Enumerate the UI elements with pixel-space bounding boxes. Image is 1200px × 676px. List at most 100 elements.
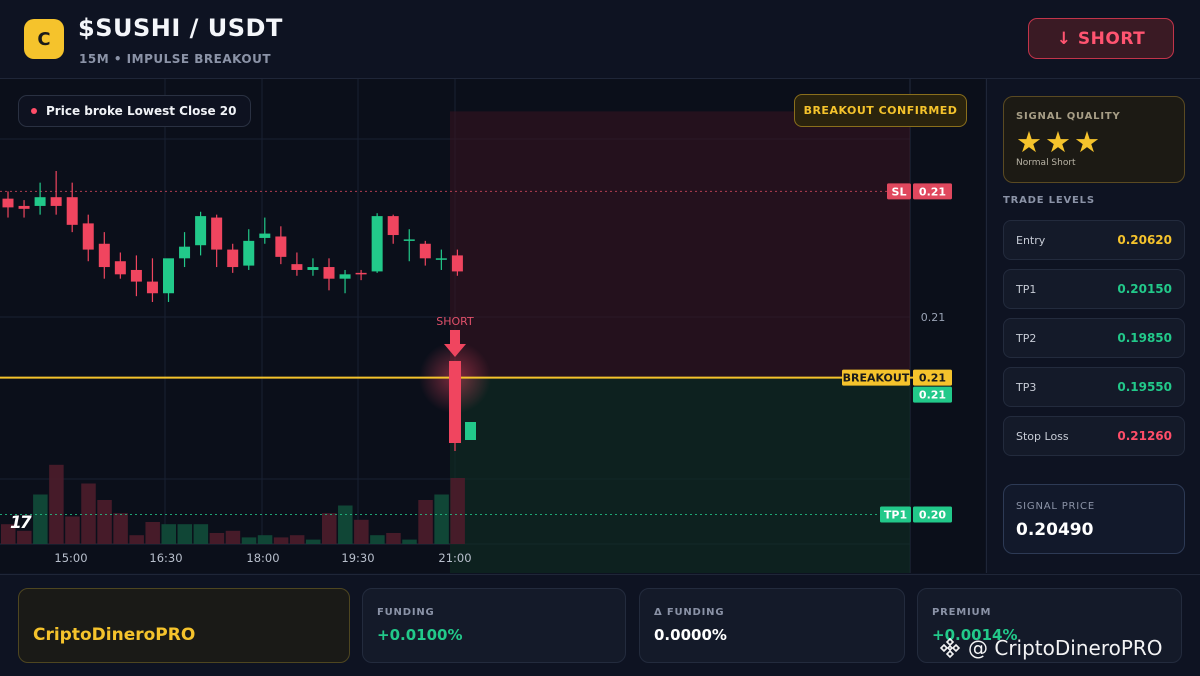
candle-body <box>355 272 367 275</box>
sl-tag-value: 0.21 <box>919 185 946 198</box>
time-axis-label: 15:00 <box>54 551 87 565</box>
candle-body <box>259 233 271 238</box>
candle-body <box>195 216 207 246</box>
level-entry: Entry 0.20620 <box>1003 220 1185 260</box>
sl-tag-name: SL <box>892 185 907 198</box>
signal-price-title: SIGNAL PRICE <box>1016 501 1095 512</box>
candle-body <box>2 198 14 208</box>
delta-funding-card: Δ FUNDING 0.0000% <box>639 588 905 663</box>
volume-bar <box>49 464 64 544</box>
breakout-tag-value: 0.21 <box>919 372 946 385</box>
volume-bar <box>289 535 305 544</box>
candle-body <box>435 258 447 260</box>
tp1-tag-value: 0.20 <box>919 508 946 521</box>
candle-body <box>307 267 319 270</box>
level-stop-loss: Stop Loss 0.21260 <box>1003 416 1185 456</box>
trade-zones <box>419 111 910 573</box>
level-value: 0.20620 <box>1117 233 1172 247</box>
delta-funding-value: 0.0000% <box>654 626 727 644</box>
level-value: 0.19550 <box>1117 380 1172 394</box>
candle-body <box>291 264 303 270</box>
brand-name: CriptoDineroPRO <box>33 625 196 645</box>
tp1-tag-name: TP1 <box>884 508 907 521</box>
volume-bar <box>402 539 417 544</box>
volume-bar <box>193 524 209 544</box>
volume-bar <box>370 535 385 544</box>
volume-bar <box>386 533 401 544</box>
price-chart[interactable]: SHORT 0.21 15:00 16:30 18:00 19:30 21:00 SL 0.… <box>0 79 985 573</box>
volume-bar <box>450 478 465 544</box>
premium-title: PREMIUM <box>932 607 992 618</box>
time-axis-label: 19:30 <box>341 551 374 565</box>
volume-bar <box>434 494 449 544</box>
candle-body <box>82 223 94 250</box>
chart-canvas[interactable]: SHORT 0.21 15:00 16:30 18:00 19:30 21:00 SL 0.… <box>0 79 985 573</box>
last-candle <box>465 422 476 440</box>
volume-bar <box>241 537 257 544</box>
volume-bar <box>145 522 160 544</box>
candles: SHORT <box>2 171 476 451</box>
delta-funding-title: Δ FUNDING <box>654 607 725 618</box>
level-value: 0.19850 <box>1117 331 1172 345</box>
candle-body <box>50 197 62 206</box>
level-value: 0.21260 <box>1117 429 1172 443</box>
volume-bar <box>354 519 369 544</box>
signal-quality-sub: Normal Short <box>1016 158 1076 168</box>
volume-bar <box>97 500 112 544</box>
binance-icon <box>939 637 961 659</box>
candle-body <box>451 255 463 272</box>
tradingview-logo: 17 <box>10 513 32 533</box>
risk-zone <box>450 111 910 378</box>
coin-logo: C <box>24 19 64 59</box>
level-tp2: TP2 0.19850 <box>1003 318 1185 358</box>
volume-bar <box>33 494 48 544</box>
candle-body <box>163 258 174 294</box>
signal-quality-title: SIGNAL QUALITY <box>1016 111 1121 122</box>
candle-body <box>387 216 399 236</box>
star-rating-icon: ★★★ <box>1016 125 1103 159</box>
time-axis-label: 21:00 <box>438 551 471 565</box>
trade-levels-title: TRADE LEVELS <box>1003 195 1095 206</box>
volume-bar <box>338 505 353 544</box>
pair-subtitle: 15M • IMPULSE BREAKOUT <box>79 52 272 66</box>
level-name: Entry <box>1016 233 1046 247</box>
candle-body <box>275 236 287 257</box>
candle-body <box>146 281 158 294</box>
level-tp3: TP3 0.19550 <box>1003 367 1185 407</box>
level-name: TP3 <box>1016 380 1037 394</box>
volume-bar <box>113 513 128 544</box>
volume-bar <box>257 535 273 544</box>
level-name: TP1 <box>1016 282 1037 296</box>
volume-bar <box>322 513 337 544</box>
brand-card: CriptoDineroPRO <box>18 588 350 663</box>
candle-body <box>179 246 191 259</box>
watermark-text: @ CriptoDineroPRO <box>968 636 1163 660</box>
reward-zone <box>450 377 910 573</box>
header: C $SUSHI / USDT 15M • IMPULSE BREAKOUT ↓… <box>0 0 1200 79</box>
watermark: @ CriptoDineroPRO <box>938 636 1163 660</box>
volume-bar <box>161 524 176 544</box>
volume-bar <box>209 533 225 544</box>
short-arrow-icon <box>450 330 460 344</box>
volume-bar <box>273 537 289 544</box>
candle-body <box>323 267 335 279</box>
time-axis-label: 16:30 <box>149 551 182 565</box>
breakout-reason-badge: Price broke Lowest Close 20 <box>18 95 252 127</box>
candle-body <box>339 274 351 279</box>
breakout-tag-name: BREAKOUT <box>843 372 910 385</box>
candle-body <box>34 197 46 206</box>
pair-title: $SUSHI / USDT <box>78 14 283 42</box>
candle-body <box>98 243 110 268</box>
funding-value: +0.0100% <box>377 626 463 644</box>
price-axis-label: 0.21 <box>921 311 946 324</box>
breakout-confirmed-badge: BREAKOUT CONFIRMED <box>794 94 967 127</box>
candle-body <box>211 217 223 250</box>
candle-body <box>227 249 239 268</box>
candle-body <box>371 216 383 272</box>
signal-price-value: 0.20490 <box>1016 520 1094 540</box>
short-button[interactable]: ↓ SHORT <box>1028 18 1174 59</box>
status-dot <box>31 108 37 114</box>
signal-candle <box>449 361 461 443</box>
level-value: 0.20150 <box>1117 282 1172 296</box>
funding-card: FUNDING +0.0100% <box>362 588 626 663</box>
